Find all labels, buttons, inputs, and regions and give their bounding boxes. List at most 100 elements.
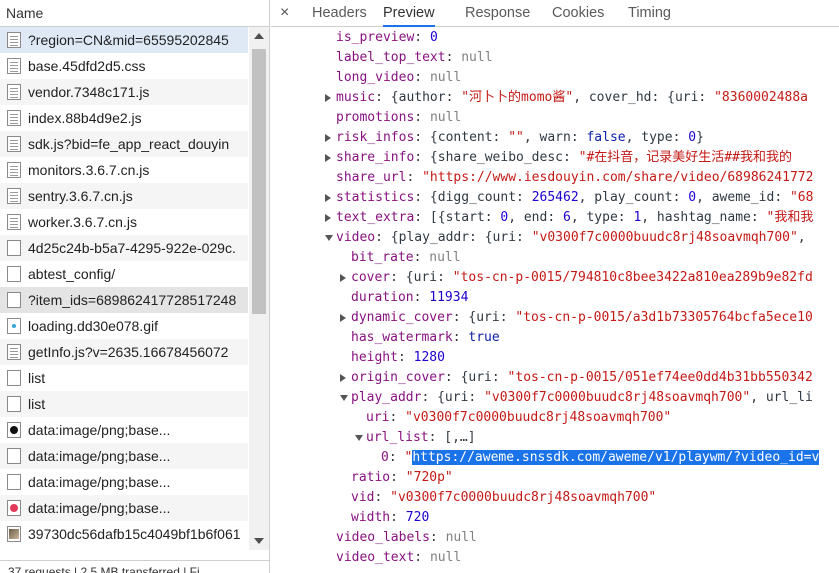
json-value-fragment: : xyxy=(406,170,423,185)
json-value-fragment: "v0300f7c0000buudc8rj48soavmqh700" xyxy=(484,390,751,405)
json-value-fragment: "tos-cn-p-0015/051ef74ee0dd4b31bb550342 xyxy=(507,370,813,385)
json-value-fragment: 0 xyxy=(429,30,438,45)
scrollbar-thumb[interactable] xyxy=(252,49,266,314)
request-name: sdk.js?bid=fe_app_react_douyin xyxy=(28,136,230,152)
json-property-line: 0: "https://aweme.snssdk.com/aweme/v1/pl… xyxy=(271,448,839,468)
request-row[interactable]: sdk.js?bid=fe_app_react_douyin xyxy=(0,131,248,157)
collapsed-triangle-icon[interactable] xyxy=(340,314,346,322)
request-row[interactable]: getInfo.js?v=2635.16678456072 xyxy=(0,339,248,365)
json-value-fragment: null xyxy=(429,250,461,265)
close-icon[interactable]: × xyxy=(280,3,289,23)
json-value-fragment: , warn: xyxy=(523,130,587,145)
json-property-line[interactable]: url_list: [,…] xyxy=(271,428,839,448)
json-value-fragment: false xyxy=(586,130,626,145)
request-name: getInfo.js?v=2635.16678456072 xyxy=(28,344,229,360)
request-row[interactable]: list xyxy=(0,391,248,417)
request-row[interactable]: data:image/png;base... xyxy=(0,469,248,495)
collapsed-triangle-icon[interactable] xyxy=(325,94,331,102)
collapsed-triangle-icon[interactable] xyxy=(340,374,346,382)
json-value-fragment: "v0300f7c0000buudc8rj48soavmqh700" xyxy=(405,410,672,425)
json-value-fragment: , cover_hd: {uri: xyxy=(573,90,715,105)
collapsed-triangle-icon[interactable] xyxy=(325,134,331,142)
collapsed-triangle-icon[interactable] xyxy=(325,194,331,202)
json-property-line[interactable]: statistics: {digg_count: 265462, play_co… xyxy=(271,188,839,208)
json-key: url_list xyxy=(366,430,429,445)
json-property-line: promotions: null xyxy=(271,108,839,128)
json-value-fragment: true xyxy=(468,330,500,345)
json-value-fragment: "我和我 xyxy=(766,210,814,225)
collapsed-triangle-icon[interactable] xyxy=(325,214,331,222)
request-row[interactable]: list xyxy=(0,365,248,391)
json-key: statistics xyxy=(336,190,415,205)
request-name: worker.3.6.7.cn.js xyxy=(28,214,137,230)
doc-file-icon xyxy=(7,214,21,230)
request-row[interactable]: 39730dc56dafb15c4049bf1b6f061 xyxy=(0,521,248,547)
request-row[interactable]: data:image/png;base... xyxy=(0,495,248,521)
scroll-down-arrow-icon[interactable] xyxy=(254,538,264,544)
json-value-fragment: "河卜卜的momo酱" xyxy=(461,90,574,105)
json-property-line[interactable]: risk_infos: {content: "", warn: false, t… xyxy=(271,128,839,148)
request-row[interactable]: index.88b4d9e2.js xyxy=(0,105,248,131)
json-value-fragment: : [,…] xyxy=(428,430,476,445)
tab-response[interactable]: Response xyxy=(465,0,530,27)
request-row[interactable]: worker.3.6.7.cn.js xyxy=(0,209,248,235)
json-value-fragment: : xyxy=(414,70,430,85)
scroll-up-arrow-icon[interactable] xyxy=(254,33,264,39)
json-value-fragment: } xyxy=(696,130,704,145)
request-row[interactable]: abtest_config/ xyxy=(0,261,248,287)
json-property-line[interactable]: dynamic_cover: {uri: "tos-cn-p-0015/a3d1… xyxy=(271,308,839,328)
json-property-line[interactable]: text_extra: [{start: 0, end: 6, type: 1,… xyxy=(271,208,839,228)
collapsed-triangle-icon[interactable] xyxy=(340,274,346,282)
json-key: video_labels xyxy=(336,530,430,545)
json-key: risk_infos xyxy=(336,130,415,145)
json-key: play_addr xyxy=(351,390,422,405)
tab-timing[interactable]: Timing xyxy=(628,0,671,27)
json-property-line: ratio: "720p" xyxy=(271,468,839,488)
json-property-line: share_url: "https://www.iesdouyin.com/sh… xyxy=(271,168,839,188)
name-column-header[interactable]: Name xyxy=(0,0,269,27)
expanded-triangle-icon[interactable] xyxy=(325,235,333,241)
json-property-line[interactable]: cover: {uri: "tos-cn-p-0015/794810c8bee3… xyxy=(271,268,839,288)
json-value-fragment: : xyxy=(452,330,469,345)
request-name: vendor.7348c171.js xyxy=(28,84,150,100)
request-row[interactable]: ?region=CN&mid=65595202845 xyxy=(0,27,248,53)
json-property-line[interactable]: play_addr: {uri: "v0300f7c0000buudc8rj48… xyxy=(271,388,839,408)
request-name: list xyxy=(28,370,46,386)
json-property-line[interactable]: origin_cover: {uri: "tos-cn-p-0015/051ef… xyxy=(271,368,839,388)
json-property-line[interactable]: music: {author: "河卜卜的momo酱", cover_hd: {… xyxy=(271,88,839,108)
json-key: is_preview xyxy=(336,30,415,45)
file-file-icon xyxy=(7,292,21,308)
request-list-scrollbar[interactable] xyxy=(249,27,269,550)
tab-cookies[interactable]: Cookies xyxy=(552,0,604,27)
request-row[interactable]: loading.dd30e078.gif xyxy=(0,313,248,339)
json-property-line: video_text: null xyxy=(271,548,839,568)
json-value-fragment: "" xyxy=(508,130,524,145)
request-row[interactable]: base.45dfd2d5.css xyxy=(0,53,248,79)
request-row[interactable]: monitors.3.6.7.cn.js xyxy=(0,157,248,183)
request-row[interactable]: data:image/png;base... xyxy=(0,417,248,443)
tab-preview[interactable]: Preview xyxy=(383,0,435,27)
json-key: width xyxy=(351,510,391,525)
request-list: ?region=CN&mid=65595202845 base.45dfd2d5.… xyxy=(0,27,248,547)
request-row[interactable]: 4d25c24b-b5a7-4295-922e-029c. xyxy=(0,235,248,261)
expanded-triangle-icon[interactable] xyxy=(340,395,348,401)
json-value-fragment: : xyxy=(389,410,406,425)
request-row[interactable]: data:image/png;base... xyxy=(0,443,248,469)
collapsed-triangle-icon[interactable] xyxy=(325,154,331,162)
request-row[interactable]: ?item_ids=689862417728517248 xyxy=(0,287,248,313)
json-key: long_video xyxy=(336,70,415,85)
json-value-fragment: : {share_weibo_desc: xyxy=(414,150,579,165)
request-row[interactable]: vendor.7348c171.js xyxy=(0,79,248,105)
json-value-fragment: , hashtag_name: xyxy=(641,210,767,225)
tab-headers[interactable]: Headers xyxy=(312,0,367,27)
json-property-line[interactable]: share_info: {share_weibo_desc: "#在抖音，记录美… xyxy=(271,148,839,168)
json-value-fragment: : xyxy=(388,450,405,465)
expanded-triangle-icon[interactable] xyxy=(355,435,363,441)
json-property-line[interactable]: video: {play_addr: {uri: "v0300f7c0000bu… xyxy=(271,228,839,248)
json-value-fragment: : xyxy=(429,530,446,545)
json-value-fragment: "v0300f7c0000buudc8rj48soavmqh700" xyxy=(531,230,798,245)
json-value-fragment[interactable]: https://aweme.snssdk.com/aweme/v1/playwm… xyxy=(412,450,820,465)
json-value-fragment: null xyxy=(429,110,462,125)
request-row[interactable]: sentry.3.6.7.cn.js xyxy=(0,183,248,209)
request-name: sentry.3.6.7.cn.js xyxy=(28,188,133,204)
